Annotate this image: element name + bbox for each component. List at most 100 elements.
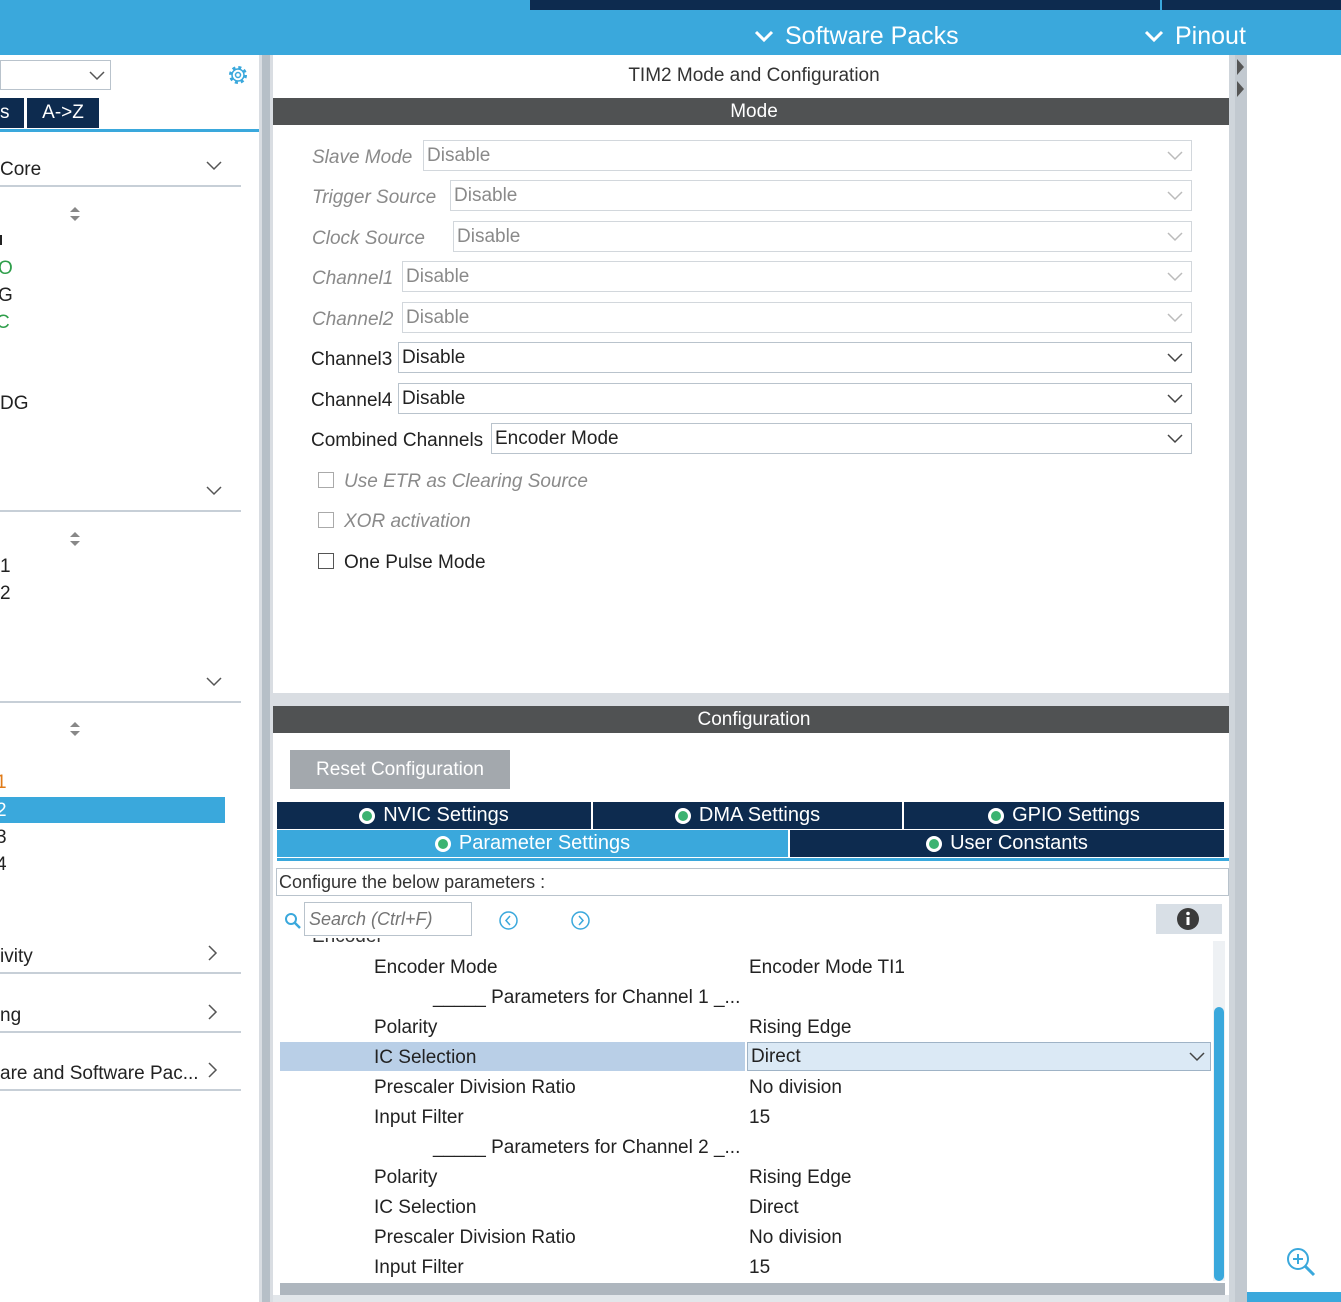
one-pulse-mode-label: One Pulse Mode (344, 552, 486, 573)
right-splitter[interactable] (1235, 55, 1247, 1302)
chevron-down-icon[interactable] (206, 677, 222, 687)
list-item[interactable]: 3 (0, 827, 7, 849)
top-tab-dark[interactable] (530, 0, 1160, 10)
param-name: Polarity (374, 1017, 438, 1038)
param-value[interactable]: Rising Edge (749, 1167, 851, 1189)
gear-icon[interactable] (226, 63, 250, 87)
divider (0, 510, 241, 512)
chevron-down-icon (1144, 30, 1164, 43)
section-timing[interactable]: ng (0, 1005, 21, 1027)
panel-splitter[interactable] (273, 693, 1235, 706)
tab-categories[interactable]: s (0, 98, 24, 128)
sort-icon[interactable] (69, 531, 81, 547)
tab-parameter-settings[interactable]: Parameter Settings (277, 830, 788, 857)
param-name: Input Filter (374, 1257, 464, 1278)
list-item-partial[interactable] (0, 235, 6, 245)
chevron-down-icon (1167, 353, 1183, 363)
slave-mode-select[interactable]: Disable (423, 140, 1192, 171)
top-tab-dark-right[interactable] (1162, 0, 1341, 10)
check-circle-icon (359, 807, 376, 824)
list-item[interactable]: 2 (0, 583, 11, 605)
list-item[interactable]: 4 (0, 854, 7, 876)
xor-activation-checkbox[interactable] (318, 512, 334, 528)
clock-source-select[interactable]: Disable (453, 221, 1192, 252)
channel2-label: Channel2 (312, 309, 394, 330)
list-item-selected[interactable]: 2 (0, 797, 225, 823)
vertical-scrollbar-thumb[interactable] (1214, 1007, 1224, 1281)
channel1-select[interactable]: Disable (402, 261, 1192, 292)
param-name: IC Selection (374, 1047, 477, 1068)
tab-label: User Constants (950, 832, 1088, 854)
channel2-select[interactable]: Disable (402, 302, 1192, 333)
list-item[interactable]: DG (0, 393, 29, 415)
zoom-in-icon[interactable] (1285, 1246, 1317, 1278)
tab-underline (0, 129, 259, 132)
section-core[interactable]: Core (0, 159, 41, 181)
bottom-accent-bar (1247, 1292, 1341, 1302)
tab-underline (277, 858, 1232, 861)
next-result-icon[interactable] (570, 910, 591, 931)
param-value[interactable]: 15 (749, 1257, 770, 1279)
splitter-handle[interactable] (262, 55, 270, 1302)
reset-configuration-button[interactable]: Reset Configuration (290, 750, 510, 789)
list-item[interactable]: G (0, 285, 13, 307)
channel4-select[interactable]: Disable (398, 383, 1192, 414)
section-middleware[interactable]: are and Software Pac... (0, 1063, 199, 1085)
combined-channels-select[interactable]: Encoder Mode (491, 423, 1192, 454)
parameter-group-partial: Encoder (312, 938, 383, 948)
param-value[interactable]: Rising Edge (749, 1017, 851, 1039)
tab-a-z[interactable]: A->Z (27, 98, 99, 128)
tab-categories-label: s (0, 102, 10, 123)
chevron-down-icon (754, 30, 774, 43)
chevron-down-icon (1167, 232, 1183, 242)
sort-icon[interactable] (69, 721, 81, 737)
chevron-right-icon[interactable] (208, 1004, 218, 1020)
param-row-selected[interactable] (280, 1042, 745, 1071)
sort-icon[interactable] (69, 206, 81, 222)
horizontal-scrollbar[interactable] (280, 1283, 1225, 1295)
use-etr-checkbox[interactable] (318, 472, 334, 488)
chevron-right-icon[interactable] (208, 945, 218, 961)
search-input[interactable] (304, 902, 472, 936)
pinout-menu[interactable]: Pinout (1143, 20, 1246, 52)
slave-mode-label: Slave Mode (312, 147, 413, 168)
list-item[interactable]: C (0, 312, 10, 334)
list-item[interactable]: 1 (0, 556, 11, 578)
clock-source-label: Clock Source (312, 228, 425, 249)
hint-box: Configure the below parameters : (276, 868, 1229, 896)
list-item[interactable]: O (0, 258, 13, 280)
trigger-source-label: Trigger Source (312, 187, 437, 208)
chevron-down-icon[interactable] (206, 161, 222, 171)
category-filter-select[interactable] (0, 60, 111, 90)
channel3-select[interactable]: Disable (398, 342, 1192, 373)
tab-nvic-settings[interactable]: NVIC Settings (277, 802, 591, 829)
configuration-header: Configuration (273, 706, 1235, 733)
divider (0, 1031, 241, 1033)
xor-activation-label: XOR activation (344, 511, 471, 532)
trigger-source-select[interactable]: Disable (450, 180, 1192, 211)
param-value[interactable]: No division (749, 1077, 842, 1099)
divider (0, 701, 241, 703)
tab-a-z-label: A->Z (42, 102, 84, 123)
collapse-arrows-icon[interactable] (1234, 57, 1246, 101)
info-button[interactable] (1156, 904, 1222, 934)
ic-selection-select[interactable]: Direct (747, 1042, 1211, 1071)
previous-result-icon[interactable] (498, 910, 519, 931)
tab-user-constants[interactable]: User Constants (790, 830, 1224, 857)
categories-panel: s A->Z Core O G C DG 1 2 1 2 3 4 ivity n… (0, 55, 259, 1302)
section-connectivity[interactable]: ivity (0, 946, 33, 968)
one-pulse-mode-checkbox[interactable] (318, 553, 334, 569)
param-name: Prescaler Division Ratio (374, 1077, 576, 1098)
param-value[interactable]: Encoder Mode TI1 (749, 957, 905, 979)
chevron-right-icon[interactable] (208, 1062, 218, 1078)
param-value[interactable]: Direct (749, 1197, 799, 1219)
check-circle-icon (926, 835, 943, 852)
list-item[interactable]: 1 (0, 772, 7, 794)
chevron-down-icon[interactable] (206, 486, 222, 496)
param-value[interactable]: 15 (749, 1107, 770, 1129)
param-value[interactable]: No division (749, 1227, 842, 1249)
software-packs-menu[interactable]: Software Packs (753, 20, 959, 52)
pinout-view (1247, 55, 1341, 1302)
tab-dma-settings[interactable]: DMA Settings (593, 802, 902, 829)
tab-gpio-settings[interactable]: GPIO Settings (904, 802, 1224, 829)
